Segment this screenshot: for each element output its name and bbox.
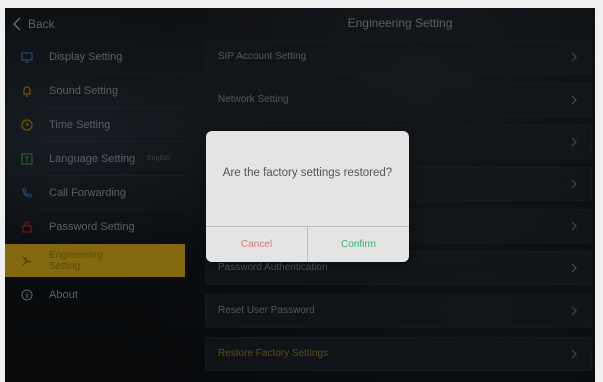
device-screen: Back Engineering Setting Display Setting… [5, 8, 595, 382]
confirm-button[interactable]: Confirm [308, 226, 409, 262]
confirm-dialog: Are the factory settings restored? Cance… [206, 131, 409, 262]
dialog-message: Are the factory settings restored? [222, 167, 393, 179]
cancel-button[interactable]: Cancel [206, 226, 307, 262]
